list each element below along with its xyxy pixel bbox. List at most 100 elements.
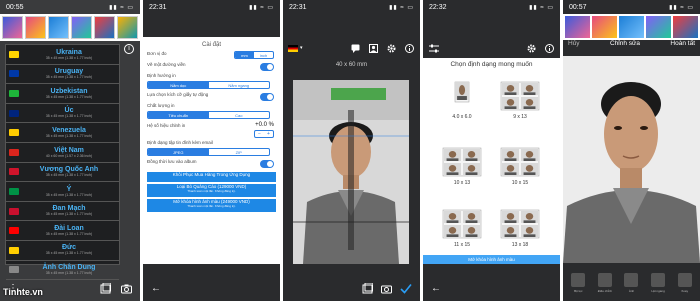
done-button[interactable]: Hoàn tất bbox=[670, 40, 695, 54]
country-name: Uzbekistan bbox=[50, 87, 88, 95]
checkmark-icon[interactable] bbox=[400, 283, 412, 294]
ad-thumb[interactable] bbox=[592, 16, 617, 38]
email-format-segment[interactable]: JPEG ZIP bbox=[147, 148, 270, 156]
flag-icon bbox=[9, 227, 19, 235]
country-row[interactable]: Đức 35 x 45 mm (1.38 x 1.77 inch) bbox=[6, 241, 119, 261]
edit-tool-button[interactable]: Lật ngang bbox=[648, 273, 668, 293]
tool-icon bbox=[571, 273, 586, 287]
ad-thumb[interactable] bbox=[94, 16, 115, 39]
unlock-color-button[interactable]: Mở khóa hình ảnh màu bbox=[423, 255, 560, 264]
country-name: Vương Quốc Anh bbox=[39, 166, 99, 174]
ad-banner[interactable] bbox=[0, 14, 140, 41]
country-row[interactable]: Vương Quốc Anh 35 x 45 mm (1.38 x 1.77 in… bbox=[6, 163, 119, 183]
auto-paper-toggle[interactable] bbox=[260, 93, 274, 101]
unit-segment[interactable]: mm inch bbox=[234, 51, 274, 59]
format-option[interactable]: 10 x 13 bbox=[435, 146, 489, 186]
border-toggle[interactable] bbox=[260, 63, 274, 71]
country-photo-size: 35 x 45 mm (1.38 x 1.77 inch) bbox=[45, 94, 93, 99]
unit-mm[interactable]: mm bbox=[235, 52, 254, 58]
status-time: 22:31 bbox=[289, 3, 307, 11]
crop-photo[interactable] bbox=[293, 80, 409, 264]
orientation-label: Định hướng in bbox=[147, 73, 176, 78]
format-label: 11 x 15 bbox=[453, 242, 471, 248]
country-row[interactable]: Đan Mạch 35 x 45 mm (1.38 x 1.77 inch) bbox=[6, 202, 119, 222]
format-option[interactable]: 11 x 15 bbox=[435, 208, 489, 248]
country-name: Ý bbox=[66, 185, 72, 193]
ad-thumb[interactable] bbox=[2, 16, 23, 39]
minus-icon[interactable]: − bbox=[255, 131, 264, 137]
sync-toggle[interactable] bbox=[260, 160, 274, 168]
country-row[interactable]: Uruguay 35 x 45 mm (1.38 x 1.77 inch) bbox=[6, 65, 119, 85]
gallery-icon[interactable] bbox=[100, 283, 111, 294]
format-jpeg[interactable]: JPEG bbox=[148, 149, 209, 155]
info-icon[interactable] bbox=[405, 43, 414, 53]
country-row[interactable]: Ukraina 35 x 45 mm (1.38 x 1.77 inch) bbox=[6, 45, 119, 65]
country-row[interactable]: Uzbekistan 35 x 45 mm (1.38 x 1.77 inch) bbox=[6, 84, 119, 104]
sliders-icon[interactable] bbox=[429, 44, 439, 53]
edit-tool-button[interactable]: Ảnh bbox=[621, 273, 641, 293]
bottom-toolbar: ← bbox=[143, 276, 280, 301]
edit-tool-button[interactable]: Điều chỉnh bbox=[595, 273, 615, 293]
edit-tool-button[interactable]: Bộ lọc bbox=[568, 273, 588, 293]
ad-thumb[interactable] bbox=[25, 16, 46, 39]
ad-thumb[interactable] bbox=[646, 16, 671, 38]
tool-icon bbox=[651, 273, 666, 287]
country-row[interactable]: Việt Nam 40 x 60 mm (1.57 x 2.36 inch) bbox=[6, 143, 119, 163]
info-icon[interactable]: i bbox=[124, 44, 134, 54]
country-row[interactable]: Úc 35 x 45 mm (1.38 x 1.77 inch) bbox=[6, 104, 119, 124]
country-row[interactable]: Ý 35 x 45 mm (1.38 x 1.77 inch) bbox=[6, 182, 119, 202]
correction-stepper[interactable]: − + bbox=[254, 130, 274, 138]
remove-ads-button[interactable]: Loại Bỏ Quảng Cáo (129000 VND) Thanh toá… bbox=[147, 184, 276, 197]
ad-thumb[interactable] bbox=[565, 16, 590, 38]
edit-photo[interactable] bbox=[563, 56, 700, 263]
info-icon[interactable] bbox=[545, 43, 554, 53]
cancel-button[interactable]: Hủy bbox=[568, 40, 580, 54]
edit-tool-button[interactable]: Xoay bbox=[675, 273, 695, 293]
ad-thumb[interactable] bbox=[619, 16, 644, 38]
quality-high[interactable]: Cao bbox=[209, 112, 270, 118]
country-row[interactable]: Venezuela 35 x 45 mm (1.38 x 1.77 inch) bbox=[6, 123, 119, 143]
unlock-color-button[interactable]: Mở khóa hình ảnh màu (249000 VND) Thanh … bbox=[147, 199, 276, 212]
back-arrow-icon[interactable]: ← bbox=[151, 283, 161, 294]
unit-inch[interactable]: inch bbox=[254, 52, 273, 58]
comment-icon[interactable] bbox=[351, 44, 360, 53]
plus-icon[interactable]: + bbox=[264, 131, 273, 137]
correction-row: Hệ số hiệu chỉnh in +0.0 % − + bbox=[143, 122, 280, 140]
restore-purchase-button[interactable]: Khôi Phục Mua Hàng Trong Ứng Dụng bbox=[147, 172, 276, 182]
ad-thumb[interactable] bbox=[673, 16, 698, 38]
gallery-icon[interactable] bbox=[362, 283, 373, 294]
country-name: Đan Mạch bbox=[52, 205, 86, 213]
flag-icon bbox=[9, 207, 19, 215]
format-option[interactable]: 10 x 15 bbox=[493, 146, 547, 186]
portrait-image bbox=[563, 56, 700, 263]
flag-icon bbox=[9, 246, 19, 254]
unlock-color-sub: Thanh toán một lần. Không đăng ký. bbox=[187, 203, 236, 208]
gear-icon[interactable] bbox=[527, 44, 536, 53]
ad-thumb[interactable] bbox=[48, 16, 69, 39]
tool-label: Bộ lọc bbox=[574, 289, 583, 293]
top-toolbar: ▾ bbox=[288, 42, 414, 54]
gear-icon[interactable] bbox=[387, 44, 396, 53]
format-thumbnail bbox=[500, 81, 540, 111]
format-zip[interactable]: ZIP bbox=[209, 149, 270, 155]
format-option[interactable]: 4.0 x 6.0 bbox=[435, 80, 489, 120]
camera-icon[interactable] bbox=[121, 283, 132, 294]
quality-standard[interactable]: Tiêu chuẩn bbox=[148, 112, 209, 118]
back-arrow-icon[interactable]: ← bbox=[431, 283, 441, 294]
format-option[interactable]: 9 x 13 bbox=[493, 80, 547, 120]
ad-thumb[interactable] bbox=[71, 16, 92, 39]
format-option[interactable]: 13 x 18 bbox=[493, 208, 547, 248]
person-icon[interactable] bbox=[369, 43, 378, 53]
ad-thumb[interactable] bbox=[117, 16, 138, 39]
country-list[interactable]: Ukraina 35 x 45 mm (1.38 x 1.77 inch) Urug… bbox=[5, 44, 120, 281]
flag-icon bbox=[9, 148, 19, 156]
orientation-landscape[interactable]: Nằm ngang bbox=[209, 82, 270, 88]
correction-value: +0.0 % bbox=[255, 122, 274, 128]
country-row[interactable]: Đài Loan 35 x 45 mm (1.38 x 1.77 inch) bbox=[6, 221, 119, 241]
quality-segment[interactable]: Tiêu chuẩn Cao bbox=[147, 111, 270, 119]
ad-banner[interactable] bbox=[563, 14, 700, 40]
camera-icon[interactable] bbox=[381, 283, 392, 294]
orientation-portrait[interactable]: Nằm dọc bbox=[148, 82, 209, 88]
country-selector[interactable]: ▾ bbox=[288, 44, 303, 52]
orientation-segment[interactable]: Nằm dọc Nằm ngang bbox=[147, 81, 270, 89]
